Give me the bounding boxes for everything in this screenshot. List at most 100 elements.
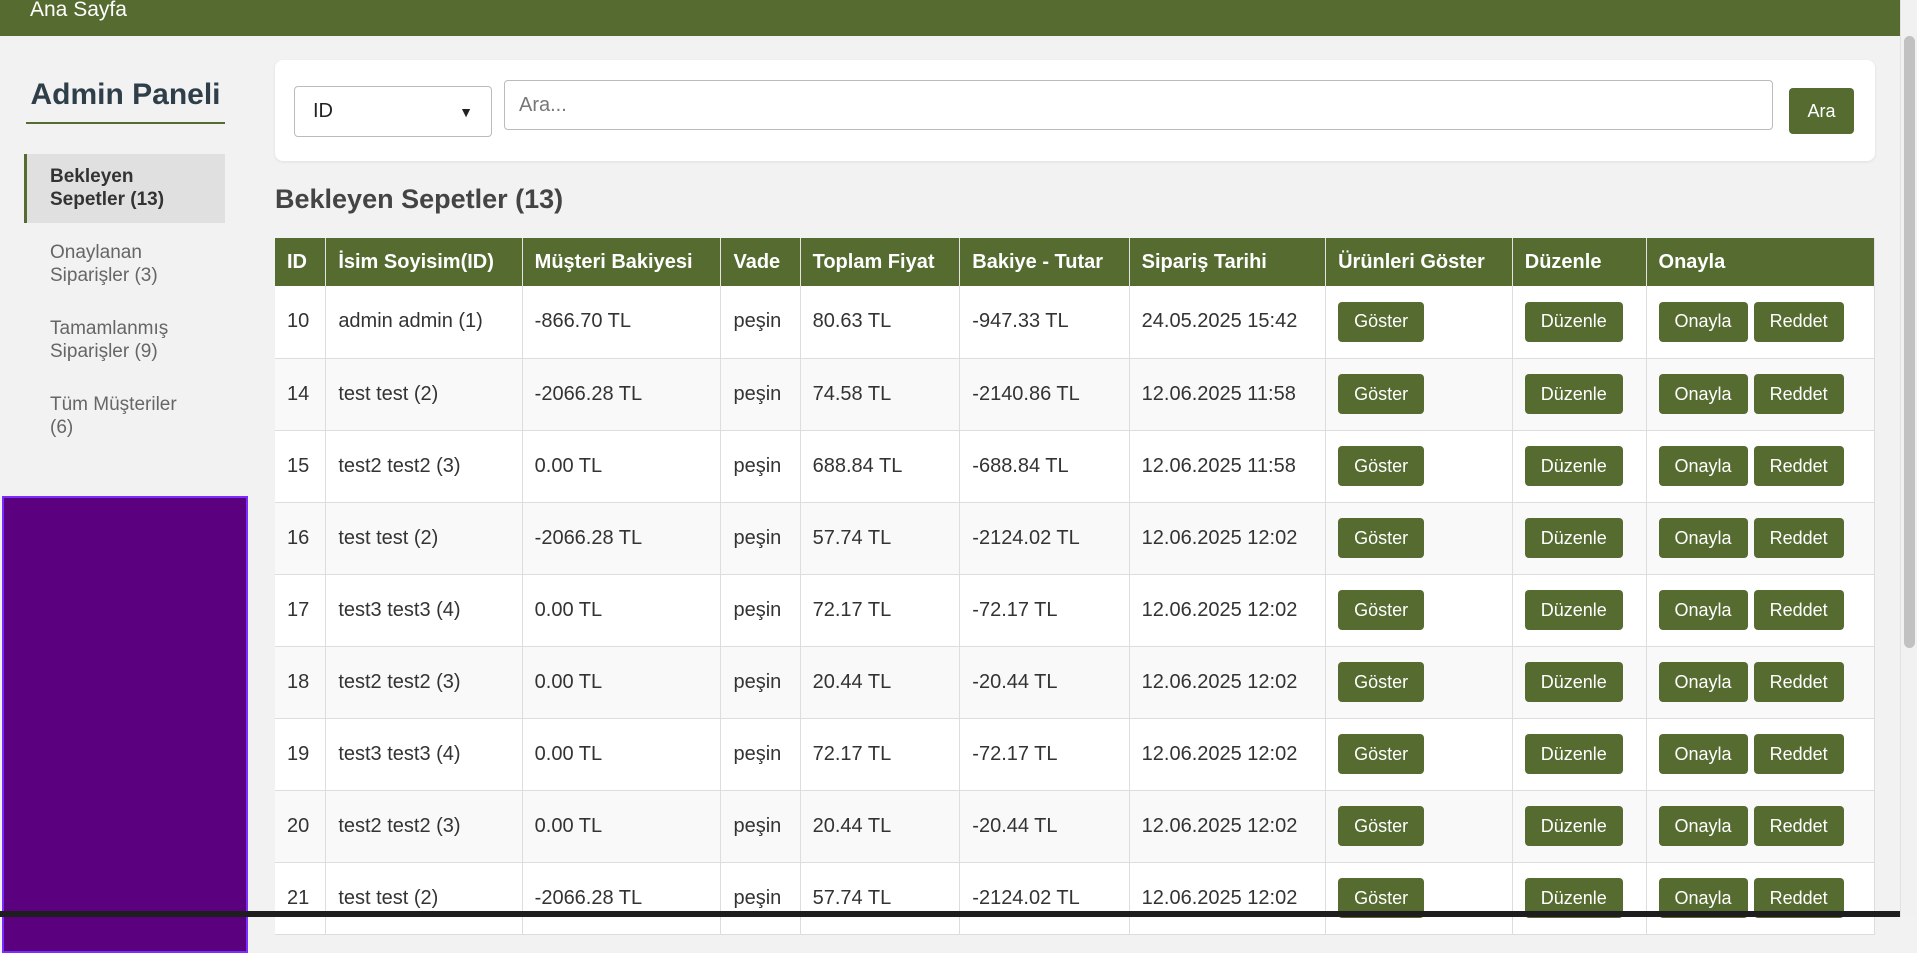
cell-balance: 0.00 TL	[522, 790, 721, 862]
cell-total: 72.17 TL	[800, 574, 960, 646]
cell-term: peşin	[721, 502, 800, 574]
reject-button[interactable]: Reddet	[1754, 446, 1844, 486]
cell-total: 688.84 TL	[800, 430, 960, 502]
sidebar: Admin Paneli Bekleyen Sepetler (13) Onay…	[0, 36, 250, 917]
cell-date: 12.06.2025 12:02	[1129, 790, 1325, 862]
reject-button[interactable]: Reddet	[1754, 734, 1844, 774]
search-field-select[interactable]: ID ▼	[294, 86, 492, 137]
cell-term: peşin	[721, 286, 800, 358]
cell-edit: Düzenle	[1512, 574, 1646, 646]
column-header: Onayla	[1646, 238, 1874, 286]
cell-date: 12.06.2025 12:02	[1129, 718, 1325, 790]
cell-id: 16	[275, 502, 326, 574]
cell-name: test test (2)	[326, 502, 522, 574]
approve-button[interactable]: Onayla	[1659, 518, 1748, 558]
cell-name: test3 test3 (4)	[326, 574, 522, 646]
cell-term: peşin	[721, 646, 800, 718]
edit-button[interactable]: Düzenle	[1525, 806, 1623, 846]
horizontal-scrollbar[interactable]	[0, 911, 1900, 917]
edit-button[interactable]: Düzenle	[1525, 518, 1623, 558]
search-button[interactable]: Ara	[1789, 88, 1854, 134]
reject-button[interactable]: Reddet	[1754, 590, 1844, 630]
cell-term: peşin	[721, 862, 800, 934]
edit-button[interactable]: Düzenle	[1525, 374, 1623, 414]
show-products-button[interactable]: Göster	[1338, 590, 1424, 630]
table-row: 15test2 test2 (3)0.00 TLpeşin688.84 TL-6…	[275, 430, 1875, 502]
table-row: 10admin admin (1)-866.70 TLpeşin80.63 TL…	[275, 286, 1875, 358]
table-row: 16test test (2)-2066.28 TLpeşin57.74 TL-…	[275, 502, 1875, 574]
reject-button[interactable]: Reddet	[1754, 518, 1844, 558]
edit-button[interactable]: Düzenle	[1525, 662, 1623, 702]
sidebar-item-completed-orders[interactable]: Tamamlanmış Siparişler (9)	[24, 306, 225, 375]
show-products-button[interactable]: Göster	[1338, 734, 1424, 774]
sidebar-item-all-customers[interactable]: Tüm Müşteriler (6)	[24, 382, 225, 451]
page-title: Bekleyen Sepetler (13)	[275, 184, 563, 215]
cell-diff: -2124.02 TL	[960, 502, 1129, 574]
reject-button[interactable]: Reddet	[1754, 374, 1844, 414]
approve-button[interactable]: Onayla	[1659, 590, 1748, 630]
vertical-scrollbar[interactable]	[1900, 0, 1917, 917]
table-row: 18test2 test2 (3)0.00 TLpeşin20.44 TL-20…	[275, 646, 1875, 718]
reject-button[interactable]: Reddet	[1754, 806, 1844, 846]
table-body: 10admin admin (1)-866.70 TLpeşin80.63 TL…	[275, 286, 1875, 934]
cell-balance: -2066.28 TL	[522, 862, 721, 934]
cell-term: peşin	[721, 574, 800, 646]
home-link[interactable]: Ana Sayfa	[30, 0, 127, 22]
sidebar-purple-block	[2, 496, 248, 953]
search-field-value: ID	[313, 100, 333, 123]
cell-diff: -72.17 TL	[960, 574, 1129, 646]
scrollbar-thumb[interactable]	[1904, 36, 1915, 648]
sidebar-item-approved-orders[interactable]: Onaylanan Siparişler (3)	[24, 230, 225, 299]
column-header: Toplam Fiyat	[800, 238, 960, 286]
edit-button[interactable]: Düzenle	[1525, 590, 1623, 630]
cell-actions: OnaylaReddet	[1646, 790, 1874, 862]
cell-name: test3 test3 (4)	[326, 718, 522, 790]
show-products-button[interactable]: Göster	[1338, 446, 1424, 486]
cell-id: 20	[275, 790, 326, 862]
column-header: İsim Soyisim(ID)	[326, 238, 522, 286]
cell-date: 12.06.2025 12:02	[1129, 862, 1325, 934]
approve-button[interactable]: Onayla	[1659, 302, 1748, 342]
cell-balance: 0.00 TL	[522, 646, 721, 718]
search-input[interactable]	[504, 80, 1773, 130]
show-products-button[interactable]: Göster	[1338, 374, 1424, 414]
cell-edit: Düzenle	[1512, 718, 1646, 790]
cell-total: 74.58 TL	[800, 358, 960, 430]
edit-button[interactable]: Düzenle	[1525, 302, 1623, 342]
cell-id: 10	[275, 286, 326, 358]
reject-button[interactable]: Reddet	[1754, 662, 1844, 702]
column-header: Vade	[721, 238, 800, 286]
sidebar-item-pending-carts[interactable]: Bekleyen Sepetler (13)	[24, 154, 225, 223]
edit-button[interactable]: Düzenle	[1525, 734, 1623, 774]
cell-actions: OnaylaReddet	[1646, 430, 1874, 502]
cell-term: peşin	[721, 430, 800, 502]
show-products-button[interactable]: Göster	[1338, 302, 1424, 342]
cell-edit: Düzenle	[1512, 646, 1646, 718]
column-header: Düzenle	[1512, 238, 1646, 286]
approve-button[interactable]: Onayla	[1659, 374, 1748, 414]
show-products-button[interactable]: Göster	[1338, 518, 1424, 558]
approve-button[interactable]: Onayla	[1659, 662, 1748, 702]
cell-edit: Düzenle	[1512, 430, 1646, 502]
cell-id: 15	[275, 430, 326, 502]
cell-show: Göster	[1326, 646, 1513, 718]
approve-button[interactable]: Onayla	[1659, 806, 1748, 846]
cell-balance: -2066.28 TL	[522, 358, 721, 430]
table-row: 14test test (2)-2066.28 TLpeşin74.58 TL-…	[275, 358, 1875, 430]
cell-diff: -72.17 TL	[960, 718, 1129, 790]
show-products-button[interactable]: Göster	[1338, 662, 1424, 702]
cell-balance: -866.70 TL	[522, 286, 721, 358]
cell-id: 18	[275, 646, 326, 718]
cell-date: 12.06.2025 11:58	[1129, 358, 1325, 430]
approve-button[interactable]: Onayla	[1659, 734, 1748, 774]
column-header: Ürünleri Göster	[1326, 238, 1513, 286]
show-products-button[interactable]: Göster	[1338, 806, 1424, 846]
cell-edit: Düzenle	[1512, 358, 1646, 430]
reject-button[interactable]: Reddet	[1754, 302, 1844, 342]
approve-button[interactable]: Onayla	[1659, 446, 1748, 486]
cell-show: Göster	[1326, 286, 1513, 358]
cell-diff: -688.84 TL	[960, 430, 1129, 502]
cell-show: Göster	[1326, 358, 1513, 430]
edit-button[interactable]: Düzenle	[1525, 446, 1623, 486]
cell-actions: OnaylaReddet	[1646, 646, 1874, 718]
